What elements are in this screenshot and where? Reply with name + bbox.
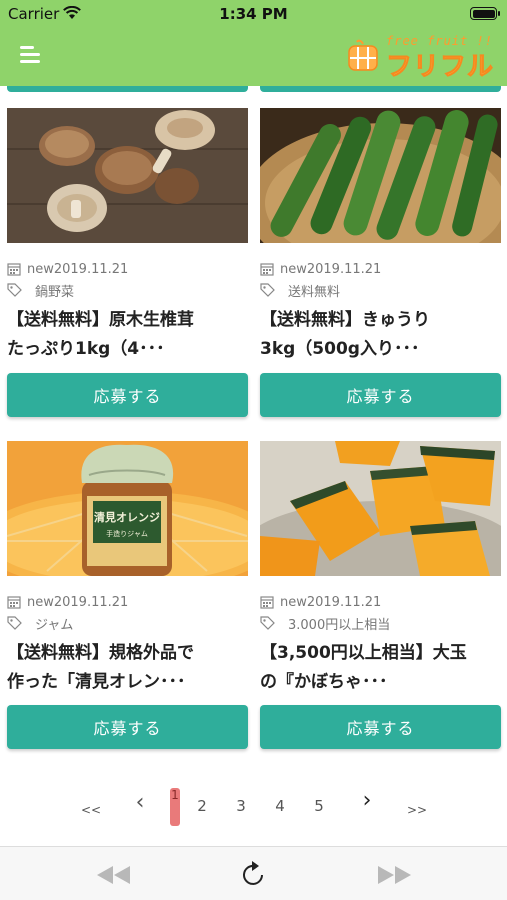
product-title[interactable]: 【送料無料】原木生椎茸 たっぷり1kg（4･･･ <box>7 306 248 364</box>
apply-button[interactable]: 応募する <box>260 705 501 749</box>
previous-row-button-edge[interactable] <box>260 86 501 92</box>
product-image-shiitake[interactable] <box>7 108 248 243</box>
jar-sublabel: 手造りジャム <box>106 529 148 538</box>
calendar-icon <box>260 263 274 276</box>
page-2-button[interactable]: 2 <box>194 786 210 826</box>
apply-button[interactable]: 応募する <box>7 705 248 749</box>
apply-button[interactable]: 応募する <box>260 373 501 417</box>
rewind-icon[interactable] <box>95 864 133 886</box>
post-date: new2019.11.21 <box>27 261 129 277</box>
app-logo[interactable]: free fruit !! フリフル <box>346 34 496 83</box>
apply-button[interactable]: 応募する <box>7 373 248 417</box>
post-date: new2019.11.21 <box>280 594 382 610</box>
category-tag[interactable]: 3.000円以上相当 <box>288 614 390 633</box>
browser-toolbar <box>0 846 507 900</box>
date-row: new2019.11.21 <box>7 593 128 611</box>
tag-row: 3.000円以上相当 <box>260 614 390 633</box>
logo-japanese-text: フリフル <box>385 52 495 83</box>
calendar-icon <box>7 263 21 276</box>
calendar-icon <box>7 596 21 609</box>
tag-icon <box>7 616 22 630</box>
date-row: new2019.11.21 <box>260 260 381 278</box>
page-1-button[interactable]: 1 <box>170 788 180 826</box>
category-tag[interactable]: ジャム <box>35 614 73 633</box>
product-image-kabocha[interactable] <box>260 441 501 576</box>
page-5-button[interactable]: 5 <box>311 786 327 826</box>
tag-icon <box>260 283 275 297</box>
tag-icon <box>7 283 22 297</box>
tag-row: ジャム <box>7 614 73 633</box>
product-image-orange-jam[interactable]: 清見オレンジ 手造りジャム <box>7 441 248 576</box>
page-4-button[interactable]: 4 <box>272 786 288 826</box>
prev-page-button[interactable]: ‹ <box>130 782 150 822</box>
jar-label: 清見オレンジ <box>94 510 160 524</box>
app-header: Carrier 1:34 PM free fruit !! フリフル <box>0 0 507 86</box>
tag-icon <box>260 616 275 630</box>
product-title[interactable]: 【送料無料】規格外品で 作った「清見オレン･･･ <box>7 639 248 697</box>
post-date: new2019.11.21 <box>280 261 382 277</box>
clock: 1:34 PM <box>219 5 288 23</box>
hamburger-icon <box>20 46 34 49</box>
page-3-button[interactable]: 3 <box>233 786 249 826</box>
pagination: << ‹ 1 2 3 4 5 › >> <box>0 786 507 826</box>
menu-button[interactable] <box>20 45 42 65</box>
reload-icon[interactable] <box>240 860 268 890</box>
product-image-cucumber[interactable] <box>260 108 501 243</box>
last-page-button[interactable]: >> <box>404 790 430 830</box>
date-row: new2019.11.21 <box>260 593 381 611</box>
tag-row: 鍋野菜 <box>7 281 74 300</box>
tag-row: 送料無料 <box>260 281 340 300</box>
product-title[interactable]: 【送料無料】きゅうり 3kg（500g入り･･･ <box>260 306 501 364</box>
calendar-icon <box>260 596 274 609</box>
category-tag[interactable]: 鍋野菜 <box>35 281 74 300</box>
date-row: new2019.11.21 <box>7 260 128 278</box>
product-title[interactable]: 【3,500円以上相当】大玉 の『かぼちゃ･･･ <box>260 639 501 697</box>
next-page-button[interactable]: › <box>357 780 377 820</box>
battery-icon <box>470 7 500 20</box>
fast-forward-icon[interactable] <box>375 864 413 886</box>
first-page-button[interactable]: << <box>78 790 104 830</box>
category-tag[interactable]: 送料無料 <box>288 281 340 300</box>
status-bar: Carrier 1:34 PM <box>0 0 507 28</box>
logo-mark-icon <box>348 39 378 71</box>
post-date: new2019.11.21 <box>27 594 129 610</box>
previous-row-button-edge[interactable] <box>7 86 248 92</box>
